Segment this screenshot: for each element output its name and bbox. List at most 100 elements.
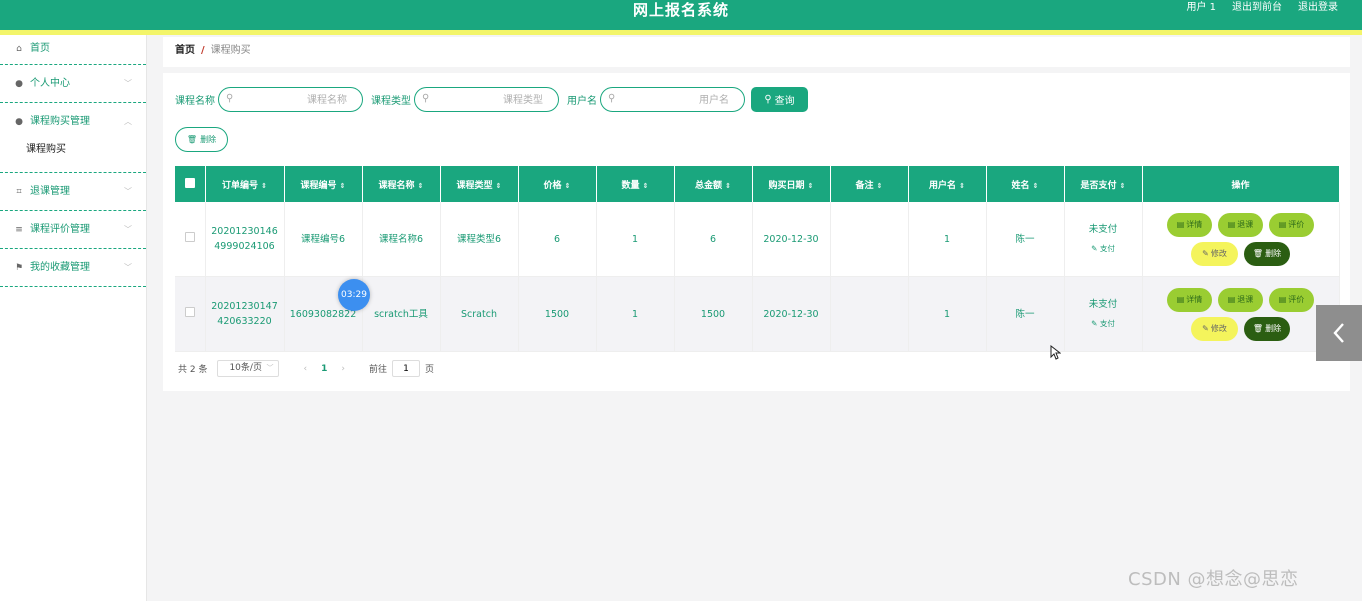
col-header[interactable]: 课程类型 ⇕: [440, 166, 519, 202]
col-header[interactable]: 是否支付 ⇕: [1064, 166, 1143, 202]
sidebar-item-favorites-mgmt[interactable]: ⚑ 我的收藏管理 ﹀: [0, 249, 146, 287]
watermark: CSDN @想念@思恋: [1128, 569, 1299, 590]
table-row: 202012301464999024106 课程编号6 课程名称6 课程类型6 …: [175, 202, 1340, 277]
next-page-icon[interactable]: ›: [341, 364, 345, 374]
sidebar-item-label: 首页: [30, 43, 50, 54]
col-header[interactable]: 课程编号 ⇕: [284, 166, 363, 202]
sidebar-item-label: 我的收藏管理: [30, 262, 90, 273]
cell-course-name: 课程名称6: [362, 202, 441, 277]
row-select-cell[interactable]: [175, 276, 206, 352]
col-header[interactable]: 姓名 ⇕: [986, 166, 1065, 202]
cell-course-type: 课程类型6: [440, 202, 519, 277]
username-input[interactable]: [623, 91, 731, 110]
col-header[interactable]: 购买日期 ⇕: [752, 166, 831, 202]
search-icon: ⚲: [764, 94, 772, 105]
current-user-link[interactable]: 用户 1: [1186, 0, 1216, 18]
edit-button[interactable]: ✎ 修改: [1191, 316, 1238, 341]
cell-quantity: 1: [596, 202, 675, 277]
sidebar-item-course-purchase-mgmt[interactable]: ● 课程购买管理 ︿: [0, 103, 146, 141]
header-stripe: [0, 30, 1362, 35]
pay-link[interactable]: ✎ 支付: [1068, 241, 1139, 256]
cell-course-type: Scratch: [440, 276, 519, 352]
batch-delete-label: 删除: [200, 135, 217, 144]
delete-button[interactable]: 🗑 删除: [1244, 241, 1290, 266]
pagination: 共 2 条 10条/页﹀ ‹ 1 › 前往 页: [178, 360, 434, 377]
sort-icon: ⇕: [959, 181, 965, 190]
sidebar-item-withdraw-mgmt[interactable]: ⌗ 退课管理 ﹀: [0, 173, 146, 211]
document-icon: ▤: [1227, 295, 1236, 304]
chevron-down-icon: ﹀: [124, 187, 132, 196]
review-button[interactable]: ▤ 评价: [1269, 212, 1314, 237]
page-suffix: 页: [424, 365, 434, 375]
col-header[interactable]: 订单编号 ⇕: [205, 166, 285, 202]
col-header[interactable]: 课程名称 ⇕: [362, 166, 441, 202]
sidebar-subitem-course-purchase[interactable]: 课程购买: [0, 141, 146, 173]
pay-link[interactable]: ✎ 支付: [1068, 316, 1139, 331]
course-type-field: ⚲: [414, 87, 559, 112]
paid-status: 未支付: [1088, 299, 1118, 310]
search-icon: ⚲: [608, 93, 616, 104]
review-button[interactable]: ▤ 评价: [1269, 287, 1314, 312]
chevron-down-icon: ﹀: [124, 79, 132, 88]
sidebar-item-label: 课程购买管理: [30, 116, 90, 127]
row-select-cell[interactable]: [175, 202, 206, 277]
table-header-row: 订单编号 ⇕ 课程编号 ⇕ 课程名称 ⇕ 课程类型 ⇕ 价格 ⇕ 数量 ⇕ 总金额 ⇕ 购买日…: [175, 166, 1340, 202]
batch-delete-button[interactable]: 🗑 删除: [175, 127, 228, 152]
cell-course-no: 课程编号6: [284, 202, 363, 277]
cell-note: [830, 202, 909, 277]
query-button[interactable]: ⚲ 查询: [751, 87, 808, 112]
sort-icon: ⇕: [564, 181, 571, 190]
sidebar-item-home[interactable]: ⌂ 首页: [0, 35, 146, 65]
cell-date: 2020-12-30: [752, 202, 831, 277]
total-count: 共 2 条: [178, 365, 208, 375]
withdraw-button[interactable]: ▤ 退课: [1218, 212, 1263, 237]
cell-name: 陈一: [986, 202, 1065, 277]
edit-button[interactable]: ✎ 修改: [1191, 241, 1238, 266]
query-button-label: 查询: [774, 96, 795, 107]
select-all-cell[interactable]: [175, 166, 206, 202]
cell-course-name: scratch工具: [362, 276, 441, 352]
cell-price: 1500: [518, 276, 597, 352]
edit-icon: ✎: [1202, 249, 1209, 258]
page-size-select[interactable]: 10条/页 ﹀: [217, 360, 280, 377]
cell-order-no: 20201230147420633220: [205, 276, 285, 352]
sort-icon: ⇕: [261, 181, 267, 190]
detail-button[interactable]: ▤ 详情: [1167, 212, 1212, 237]
page-number[interactable]: 1: [321, 364, 327, 374]
course-type-input[interactable]: [437, 91, 545, 110]
breadcrumb-home[interactable]: 首页: [175, 45, 195, 56]
sidebar-item-label: 退课管理: [30, 186, 70, 197]
course-name-input[interactable]: [241, 91, 349, 110]
username-field: ⚲: [600, 87, 745, 112]
back-to-frontend-link[interactable]: 退出到前台: [1232, 0, 1282, 18]
goto-page-input[interactable]: [391, 360, 420, 377]
col-header[interactable]: 用户名 ⇕: [908, 166, 987, 202]
sort-icon: ⇕: [807, 181, 814, 190]
chevron-down-icon: ﹀: [124, 263, 132, 272]
prev-page-icon[interactable]: ‹: [303, 364, 307, 374]
app-title: 网上报名系统: [632, 1, 729, 19]
col-header[interactable]: 总金额 ⇕: [674, 166, 753, 202]
delete-button[interactable]: 🗑 删除: [1244, 316, 1290, 341]
logout-link[interactable]: 退出登录: [1298, 0, 1338, 18]
withdraw-button[interactable]: ▤ 退课: [1218, 287, 1263, 312]
detail-button[interactable]: ▤ 详情: [1167, 287, 1212, 312]
col-header[interactable]: 备注 ⇕: [830, 166, 909, 202]
row-checkbox[interactable]: [184, 306, 195, 317]
col-header[interactable]: 价格 ⇕: [518, 166, 597, 202]
trash-icon: 🗑: [1252, 249, 1264, 258]
document-icon: ▤: [1278, 220, 1287, 229]
list-icon: ≡: [15, 225, 23, 235]
document-icon: ▤: [1176, 220, 1185, 229]
sidebar-item-personal-center[interactable]: ● 个人中心 ﹀: [0, 65, 146, 103]
side-panel-toggle[interactable]: [1316, 305, 1362, 361]
sidebar-item-course-review-mgmt[interactable]: ≡ 课程评价管理 ﹀: [0, 211, 146, 249]
select-all-checkbox[interactable]: [184, 177, 195, 188]
row-checkbox[interactable]: [184, 231, 195, 242]
home-icon: ⌂: [16, 44, 22, 54]
sort-icon: ⇕: [339, 181, 346, 190]
flag-icon: ⚑: [14, 263, 24, 273]
cell-order-no: 202012301464999024106: [205, 202, 285, 277]
chevron-left-icon: [1333, 323, 1344, 343]
col-header[interactable]: 数量 ⇕: [596, 166, 675, 202]
